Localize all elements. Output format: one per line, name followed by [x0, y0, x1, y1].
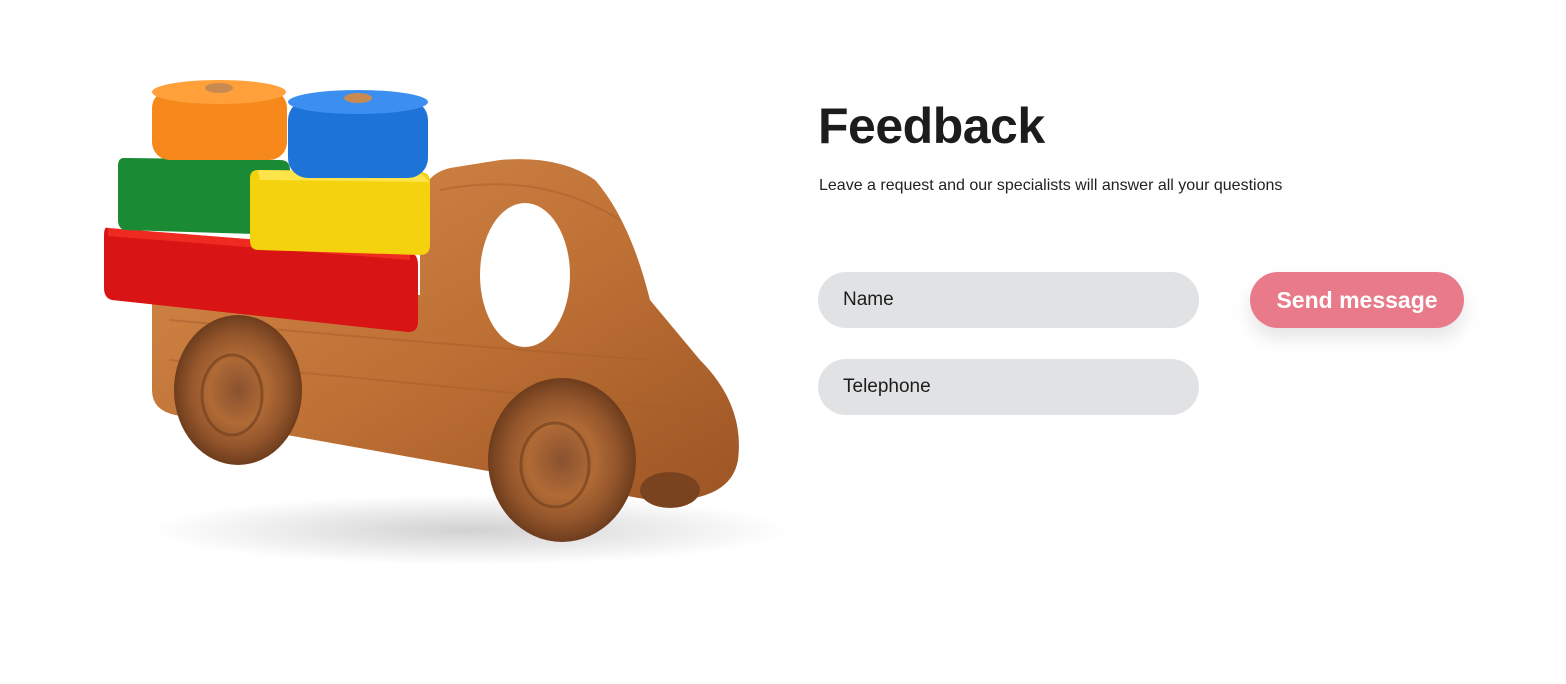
feedback-section: Feedback Leave a request and our special…: [0, 0, 1566, 684]
name-field[interactable]: [818, 272, 1199, 328]
send-message-button[interactable]: Send message: [1250, 272, 1464, 328]
telephone-field[interactable]: [818, 359, 1199, 415]
wooden-toy-truck-image: [104, 80, 790, 565]
page-title: Feedback: [818, 98, 1045, 154]
page-subtitle: Leave a request and our specialists will…: [819, 177, 1283, 194]
